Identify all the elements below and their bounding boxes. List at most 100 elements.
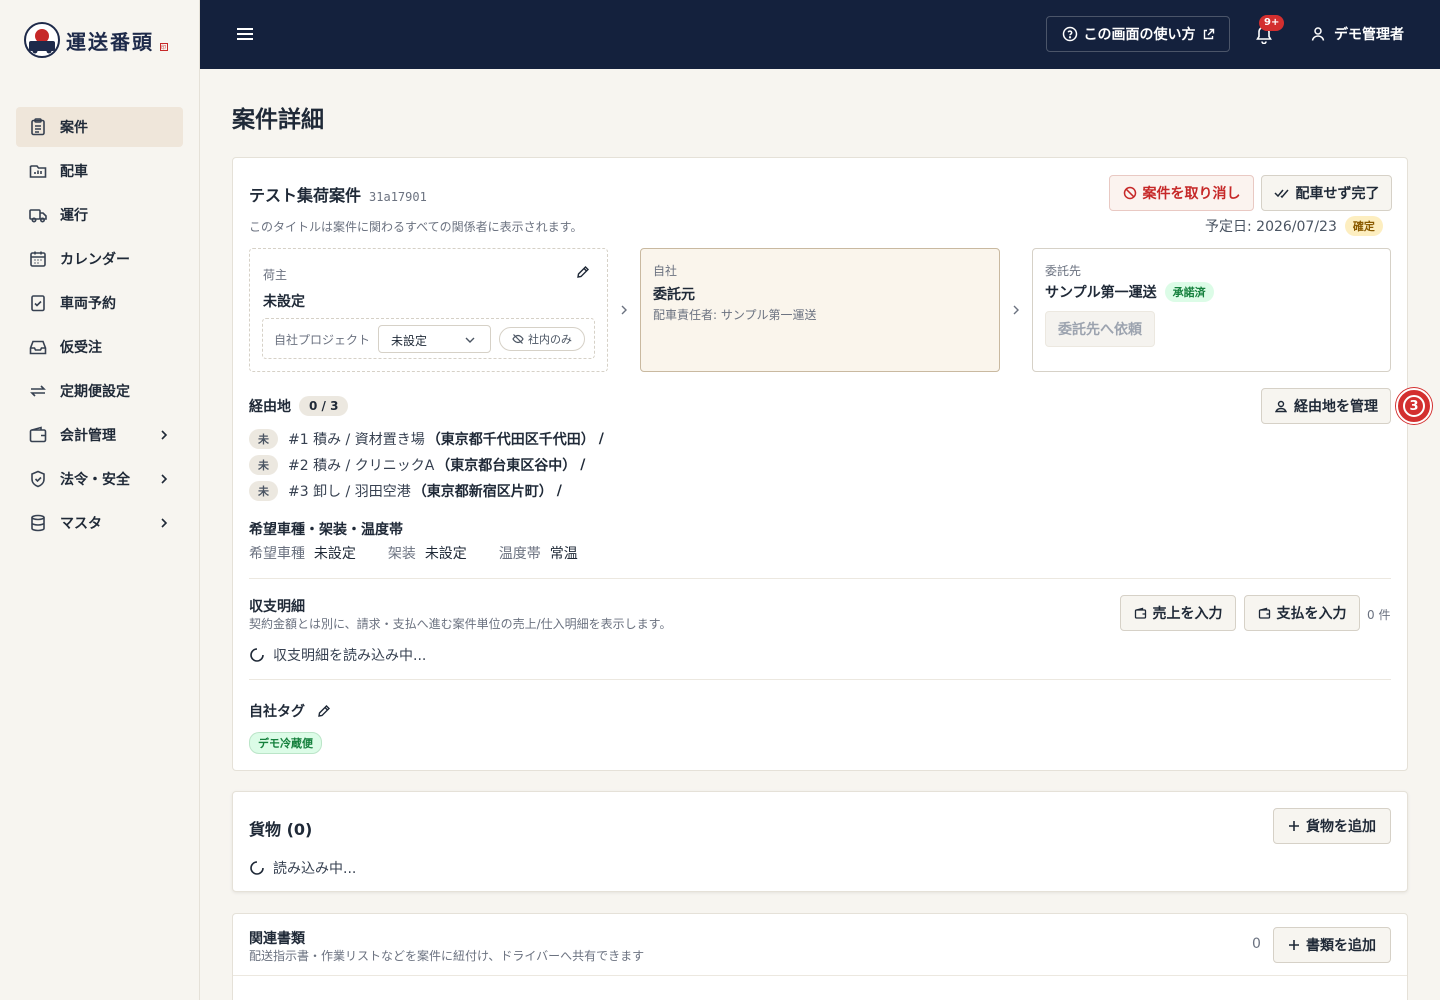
date-status-badge: 確定 <box>1344 216 1383 236</box>
sidebar-item-jobs[interactable]: 案件 <box>16 107 183 147</box>
request-contractor-label: 委託先へ依頼 <box>1058 322 1142 338</box>
sidebar-item-master[interactable]: マスタ <box>16 503 183 543</box>
body-type-value: 未設定 <box>424 546 467 562</box>
enter-payment-button[interactable]: 支払を入力 <box>1244 595 1360 631</box>
map-pin-icon <box>1274 400 1288 413</box>
finance-heading: 収支明細 <box>249 599 305 615</box>
internal-only-label: 社内のみ <box>528 333 572 346</box>
contractor-status-badge: 承諾済 <box>1164 282 1214 302</box>
chevron-right-icon <box>161 474 168 484</box>
manage-waypoints-button[interactable]: 経由地を管理 <box>1261 388 1391 424</box>
wallet-icon <box>29 426 47 443</box>
chevron-right-icon <box>161 518 168 528</box>
waypoints-heading: 経由地 <box>249 399 291 415</box>
help-button-label: この画面の使い方 <box>1083 27 1196 43</box>
plus-icon <box>1289 940 1299 950</box>
add-document-button[interactable]: 書類を追加 <box>1273 927 1391 963</box>
help-button[interactable]: この画面の使い方 <box>1046 16 1230 52</box>
internal-only-toggle[interactable]: 社内のみ <box>499 327 585 351</box>
temperature-label: 温度帯 <box>498 546 541 562</box>
job-detail-card: テスト集荷案件 31a17901 このタイトルは案件に関わるすべての関係者に表示… <box>232 157 1432 771</box>
logo-text: 運送番頭 <box>66 29 154 54</box>
spinner-icon <box>250 648 264 662</box>
calendar-icon <box>30 251 46 267</box>
temperature-value: 常温 <box>549 546 578 562</box>
help-circle-icon <box>1062 26 1077 42</box>
enter-payment-label: 支払を入力 <box>1276 606 1347 622</box>
sidebar-item-calendar[interactable]: カレンダー <box>16 239 183 279</box>
sidebar-item-label: マスタ <box>60 516 102 532</box>
tutorial-step-marker[interactable]: 3 <box>1396 388 1432 424</box>
eye-off-icon <box>512 334 524 344</box>
waypoint-separator: / <box>580 457 586 473</box>
divider <box>249 578 1391 579</box>
waypoint-text: #1 積み / 資材置き場 <box>288 432 425 448</box>
complete-without-dispatch-button[interactable]: 配車せず完了 <box>1261 175 1392 211</box>
waypoint-item[interactable]: 未 #2 積み / クリニックA （東京都台東区谷中） / <box>249 452 604 478</box>
enter-sales-button[interactable]: 売上を入力 <box>1120 595 1236 631</box>
request-contractor-button[interactable]: 委託先へ依頼 <box>1045 311 1155 347</box>
add-document-label: 書類を追加 <box>1306 938 1376 954</box>
contractor-box: 委託先 サンプル第一運送 承諾済 委託先へ依頼 <box>1032 248 1391 372</box>
cargo-title: 貨物 (0) <box>249 820 313 839</box>
job-id: 31a17901 <box>369 190 427 204</box>
temperature-field: 温度帯 常温 <box>499 543 578 563</box>
sidebar-nav: 案件 配車 運行 カレンダー 車両予約 仮受注 定期便設定 会計管理 法令・安全… <box>16 107 183 547</box>
documents-count: 0 <box>1252 936 1261 952</box>
sidebar: 運送番頭 印 案件 配車 運行 カレンダー 車両予約 仮受注 定期便設定 会計管… <box>0 0 200 1000</box>
vehicle-heading: 希望車種・架装・温度帯 <box>249 522 403 538</box>
job-title[interactable]: テスト集荷案件 <box>249 182 361 206</box>
chevron-right-icon <box>621 305 627 315</box>
pencil-icon[interactable] <box>317 704 331 718</box>
sidebar-item-label: 運行 <box>60 208 88 224</box>
sidebar-item-vehicle-reservation[interactable]: 車両予約 <box>16 283 183 323</box>
inbox-icon <box>29 340 47 355</box>
own-value: 委託元 <box>653 287 695 303</box>
sidebar-item-label: 車両予約 <box>60 296 116 312</box>
tag-chip: デモ冷蔵便 <box>249 732 322 754</box>
clipboard-icon <box>31 118 45 136</box>
shield-icon <box>31 470 45 488</box>
project-select[interactable]: 未設定 <box>378 325 491 353</box>
sidebar-item-dispatch[interactable]: 配車 <box>16 151 183 191</box>
waypoints-count: 0 / 3 <box>299 396 349 416</box>
sidebar-item-legal-safety[interactable]: 法令・安全 <box>16 459 183 499</box>
app-logo[interactable]: 運送番頭 印 <box>24 22 168 58</box>
double-check-icon <box>1273 189 1289 199</box>
sidebar-item-regular-service[interactable]: 定期便設定 <box>16 371 183 411</box>
sidebar-item-operation[interactable]: 運行 <box>16 195 183 235</box>
user-icon <box>1311 27 1325 41</box>
sidebar-item-label: 配車 <box>60 164 88 180</box>
pencil-icon[interactable] <box>576 265 590 279</box>
folder-chart-icon <box>29 165 47 178</box>
tags-heading: 自社タグ <box>249 704 305 720</box>
cargo-loading-text: 読み込み中... <box>273 861 357 877</box>
cargo-card: 貨物 (0) 貨物を追加 読み込み中... <box>232 791 1408 892</box>
sidebar-item-accounting[interactable]: 会計管理 <box>16 415 183 455</box>
job-title-note: このタイトルは案件に関わるすべての関係者に表示されます。 <box>249 220 583 234</box>
project-label: 自社プロジェクト <box>274 333 371 347</box>
waypoint-item[interactable]: 未 #1 積み / 資材置き場 （東京都千代田区千代田） / <box>249 426 604 452</box>
step-number: 3 <box>1403 395 1425 417</box>
external-link-icon <box>1203 28 1214 39</box>
user-menu[interactable]: デモ管理者 <box>1310 24 1404 44</box>
top-bar: この画面の使い方 9+ デモ管理者 <box>200 0 1440 69</box>
menu-icon[interactable] <box>236 24 254 44</box>
logo-emblem-icon <box>24 22 60 58</box>
sidebar-item-provisional-order[interactable]: 仮受注 <box>16 327 183 367</box>
page-title: 案件詳細 <box>232 107 324 133</box>
waypoint-address: （東京都台東区谷中） <box>436 458 577 474</box>
waypoint-status: 未 <box>249 455 278 475</box>
documents-description: 配送指示書・作業リストなどを案件に紐付け、ドライバーへ共有できます <box>249 949 645 963</box>
waypoint-item[interactable]: 未 #3 卸し / 羽田空港 （東京都新宿区片町） / <box>249 478 604 504</box>
cancel-job-button[interactable]: 案件を取り消し <box>1109 175 1254 211</box>
own-company-box: 自社 委託元 配車責任者: サンプル第一運送 <box>640 248 1000 372</box>
shipper-heading: 荷主 <box>263 268 288 282</box>
sidebar-item-label: 仮受注 <box>60 340 102 356</box>
project-select-value: 未設定 <box>391 334 428 348</box>
divider <box>233 975 1407 976</box>
logo-seal: 印 <box>160 43 168 51</box>
clipboard-check-icon <box>31 295 45 312</box>
contractor-value: サンプル第一運送 <box>1045 285 1157 301</box>
add-cargo-button[interactable]: 貨物を追加 <box>1273 808 1391 844</box>
